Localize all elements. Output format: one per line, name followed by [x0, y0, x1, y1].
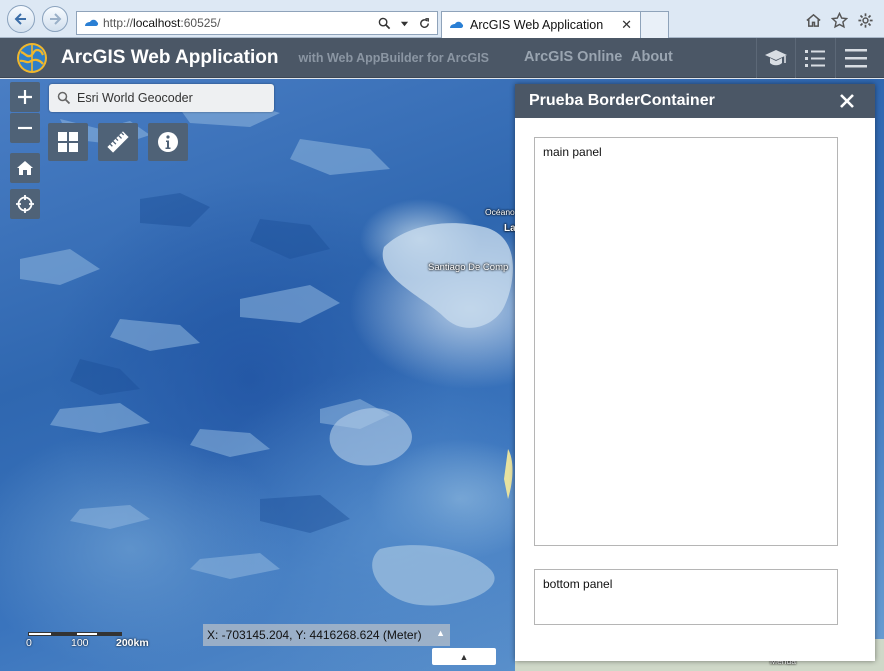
info-icon	[158, 132, 178, 152]
scalebar-label-100: 100	[71, 637, 89, 649]
map-label-ocean: Océano	[485, 207, 515, 217]
plus-icon	[18, 90, 32, 104]
app-header: ArcGIS Web Application with Web AppBuild…	[0, 38, 884, 78]
address-bar[interactable]: http://localhost:60525/	[76, 11, 438, 35]
panel-header: Prueba BorderContainer	[515, 84, 875, 118]
home-icon[interactable]	[804, 11, 822, 29]
site-favicon-icon	[85, 19, 99, 26]
back-button[interactable]	[7, 5, 35, 33]
new-tab-button[interactable]	[641, 11, 669, 38]
address-url: http://localhost:60525/	[103, 16, 221, 30]
locate-button[interactable]	[10, 189, 40, 219]
app-title: ArcGIS Web Application	[61, 46, 279, 68]
dropdown-icon[interactable]	[397, 16, 411, 30]
main-panel-text: main panel	[543, 145, 602, 159]
menu-button[interactable]	[835, 38, 875, 78]
crosshair-icon	[16, 195, 34, 213]
zoom-out-button[interactable]	[10, 113, 40, 143]
search-icon[interactable]	[377, 16, 391, 30]
panel-title: Prueba BorderContainer	[529, 92, 715, 109]
main-panel: main panel	[534, 137, 838, 546]
tab-close-icon[interactable]: ✕	[621, 17, 632, 33]
site-favicon-icon	[450, 21, 464, 28]
geocoder-input[interactable]	[77, 91, 257, 105]
arrow-up-icon: ▲	[459, 651, 469, 662]
widget-panel: Prueba BorderContainer main panel bottom…	[515, 84, 875, 661]
home-icon	[17, 161, 33, 175]
attribution-toggle-button[interactable]: ▲	[432, 648, 496, 665]
measurement-button[interactable]	[98, 123, 138, 161]
browser-tab[interactable]: ArcGIS Web Application ✕	[441, 11, 641, 38]
arrow-left-icon	[14, 13, 26, 25]
coordinate-text: X: -703145.204, Y: 4416268.624 (Meter)	[207, 628, 422, 642]
refresh-icon[interactable]	[417, 16, 431, 30]
arrow-right-icon	[50, 13, 62, 25]
list-icon	[804, 50, 825, 67]
scalebar: 0 100 200km	[26, 629, 153, 649]
home-button[interactable]	[10, 153, 40, 183]
browser-chrome: http://localhost:60525/ ArcGIS Web Appli…	[0, 0, 884, 38]
link-about[interactable]: About	[631, 49, 673, 65]
globe-logo-icon	[17, 42, 47, 73]
search-icon[interactable]	[57, 91, 71, 105]
link-arcgis-online[interactable]: ArcGIS Online	[524, 49, 622, 65]
map-label-la: La	[504, 223, 516, 234]
layer-list-button[interactable]	[795, 38, 833, 78]
close-icon[interactable]	[837, 91, 857, 111]
geocoder-search	[49, 84, 274, 112]
zoom-in-button[interactable]	[10, 82, 40, 112]
basemap-gallery-button[interactable]	[48, 123, 88, 161]
ruler-icon	[107, 131, 129, 153]
tab-title: ArcGIS Web Application	[470, 18, 604, 32]
graduation-cap-icon	[764, 50, 787, 66]
hamburger-menu-icon	[844, 49, 867, 68]
scalebar-label-0: 0	[26, 637, 32, 649]
bottom-panel-text: bottom panel	[543, 577, 613, 591]
map-label-santiago: Santiago De Comp	[428, 262, 509, 273]
coordinate-display[interactable]: X: -703145.204, Y: 4416268.624 (Meter) ▲	[203, 624, 450, 646]
minus-icon	[18, 126, 32, 130]
grid-icon	[58, 132, 78, 152]
scalebar-label-200km: 200km	[116, 637, 149, 649]
caret-up-icon[interactable]: ▲	[436, 628, 445, 638]
settings-gear-icon[interactable]	[856, 11, 874, 29]
learn-button[interactable]	[756, 38, 794, 78]
favorites-star-icon[interactable]	[830, 11, 848, 29]
forward-button[interactable]	[42, 6, 68, 32]
bottom-panel: bottom panel	[534, 569, 838, 625]
app-subtitle: with Web AppBuilder for ArcGIS	[298, 50, 489, 65]
about-info-button[interactable]	[148, 123, 188, 161]
